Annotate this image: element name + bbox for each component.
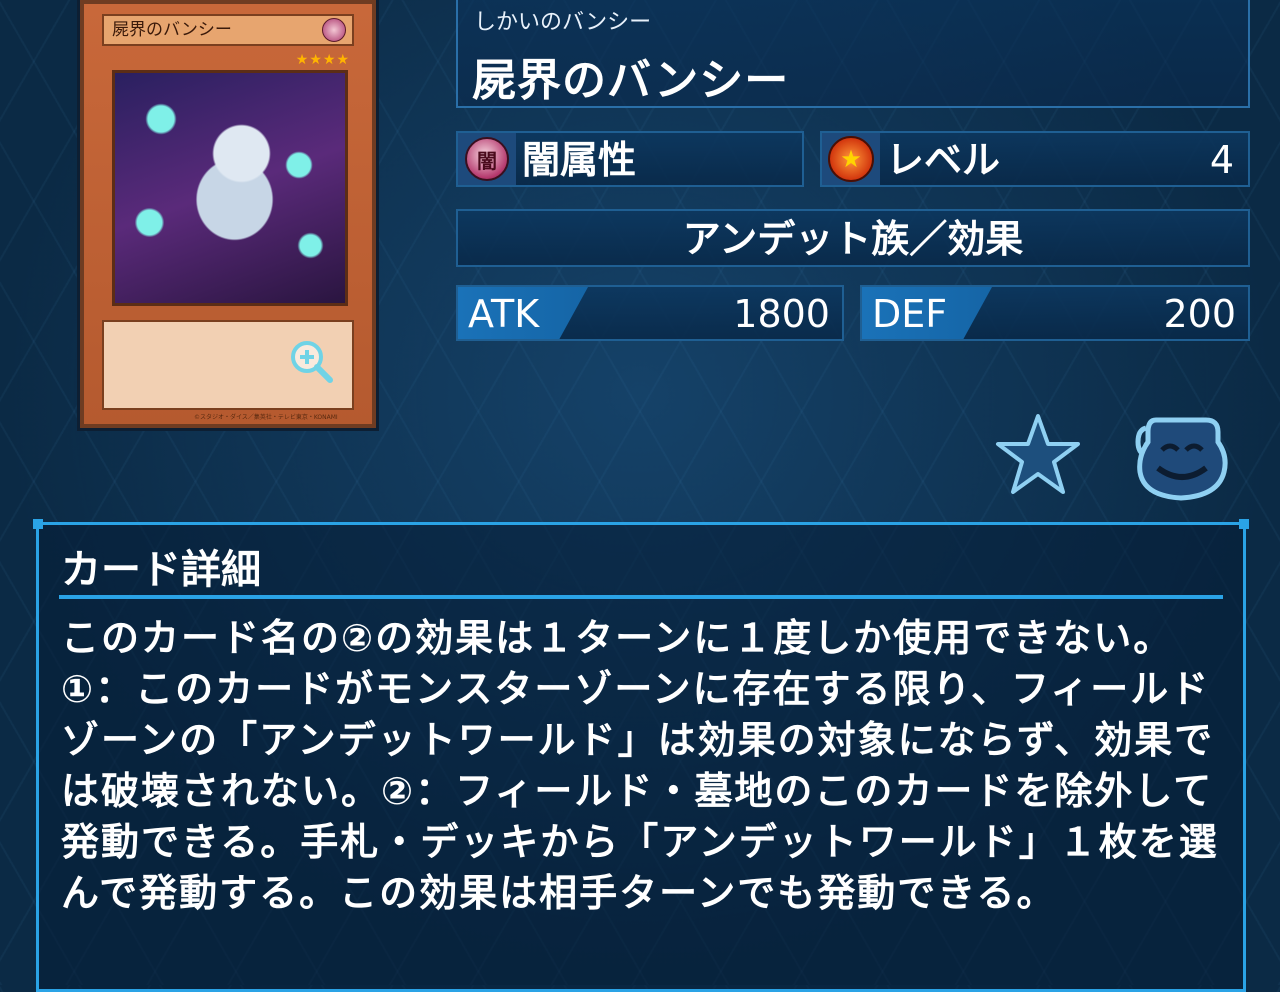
zoom-in-icon[interactable]	[288, 338, 334, 384]
card-image-level-stars: ★★★★	[295, 52, 350, 68]
card-image-text-box	[102, 320, 354, 410]
attribute-icon-wrap: 闇	[458, 133, 516, 185]
atk-panel: ATK 1800	[456, 285, 844, 341]
card-artwork	[112, 70, 348, 306]
dark-attribute-icon: 闇	[465, 137, 509, 181]
attribute-panel: 闇 闇属性	[456, 131, 804, 187]
heading-divider	[59, 595, 1223, 599]
corner-marker	[1239, 519, 1249, 529]
def-value: 200	[1163, 292, 1236, 336]
def-panel: DEF 200	[860, 285, 1250, 341]
def-label: DEF	[872, 292, 948, 336]
attribute-label: 闇属性	[522, 138, 637, 182]
card-name: 屍界のバンシー	[472, 55, 790, 106]
card-image-attribute-icon	[322, 18, 346, 42]
card-name-panel: しかいのバンシー 屍界のバンシー	[456, 0, 1250, 108]
card-copyright: ©スタジオ・ダイス／集英社・テレビ東京・KONAMI	[194, 414, 338, 421]
type-panel: アンデット族／効果	[456, 209, 1250, 267]
card-effect-text: このカード名の②の効果は１ターンに１度しか使用できない。①：このカードがモンスタ…	[61, 616, 1219, 915]
level-panel: ★ レベル 4	[820, 131, 1250, 187]
level-icon-wrap: ★	[822, 133, 880, 185]
monster-type: アンデット族／効果	[682, 217, 1024, 261]
level-label: レベル	[886, 138, 1001, 182]
pot-of-greed-icon[interactable]	[1126, 412, 1232, 502]
atk-label: ATK	[468, 292, 540, 336]
star-icon[interactable]	[994, 412, 1082, 496]
level-star-icon: ★	[828, 136, 874, 182]
card-details-heading: カード詳細	[61, 547, 261, 593]
card-image[interactable]: 屍界のバンシー ★★★★ ©スタジオ・ダイス／集英社・テレビ東京・KONAMI	[80, 0, 376, 428]
card-image-name: 屍界のバンシー	[112, 20, 232, 40]
atk-value: 1800	[733, 292, 830, 336]
card-image-name-box: 屍界のバンシー	[102, 14, 354, 46]
card-name-ruby: しかいのバンシー	[474, 10, 652, 35]
level-value: 4	[1209, 138, 1234, 182]
corner-marker	[33, 519, 43, 529]
card-details-panel: カード詳細 このカード名の②の効果は１ターンに１度しか使用できない。①：このカー…	[33, 519, 1249, 992]
